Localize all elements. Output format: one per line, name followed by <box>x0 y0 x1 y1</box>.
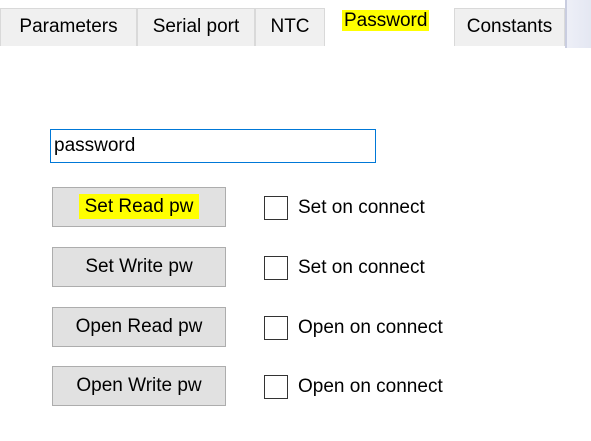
tab-serial-port[interactable]: Serial port <box>137 8 255 46</box>
set-read-on-connect-option[interactable]: Set on connect <box>264 195 425 221</box>
open-write-pw-button[interactable]: Open Write pw <box>52 366 226 406</box>
tab-ntc-label: NTC <box>270 16 310 37</box>
tab-serial-port-label: Serial port <box>152 16 240 37</box>
tab-parameters[interactable]: Parameters <box>0 8 137 46</box>
tab-strip-scroll-edge <box>565 0 591 48</box>
tab-password[interactable]: Password <box>325 2 452 48</box>
open-write-pw-label: Open Write pw <box>76 375 202 396</box>
set-write-on-connect-label: Set on connect <box>298 257 425 278</box>
tab-strip: Parameters Serial port NTC Password Cons… <box>0 0 591 48</box>
tab-ntc[interactable]: NTC <box>255 8 325 46</box>
set-write-pw-label: Set Write pw <box>85 256 193 277</box>
password-input[interactable] <box>50 129 376 163</box>
open-read-pw-label: Open Read pw <box>75 316 203 337</box>
open-write-on-connect-checkbox[interactable] <box>264 375 288 399</box>
tab-constants[interactable]: Constants <box>454 8 565 46</box>
tab-constants-label: Constants <box>466 16 553 37</box>
tab-password-label: Password <box>342 10 430 31</box>
open-read-pw-button[interactable]: Open Read pw <box>52 307 226 347</box>
set-write-on-connect-option[interactable]: Set on connect <box>264 255 425 281</box>
open-read-on-connect-label: Open on connect <box>298 317 443 338</box>
open-read-on-connect-option[interactable]: Open on connect <box>264 315 443 341</box>
tab-parameters-label: Parameters <box>19 16 118 37</box>
set-read-on-connect-checkbox[interactable] <box>264 196 288 220</box>
set-read-pw-label: Set Read pw <box>78 194 200 219</box>
set-read-pw-button[interactable]: Set Read pw <box>52 187 226 227</box>
set-write-pw-button[interactable]: Set Write pw <box>52 247 226 287</box>
open-write-on-connect-option[interactable]: Open on connect <box>264 374 443 400</box>
set-read-on-connect-label: Set on connect <box>298 197 425 218</box>
open-write-on-connect-label: Open on connect <box>298 376 443 397</box>
set-write-on-connect-checkbox[interactable] <box>264 256 288 280</box>
open-read-on-connect-checkbox[interactable] <box>264 316 288 340</box>
